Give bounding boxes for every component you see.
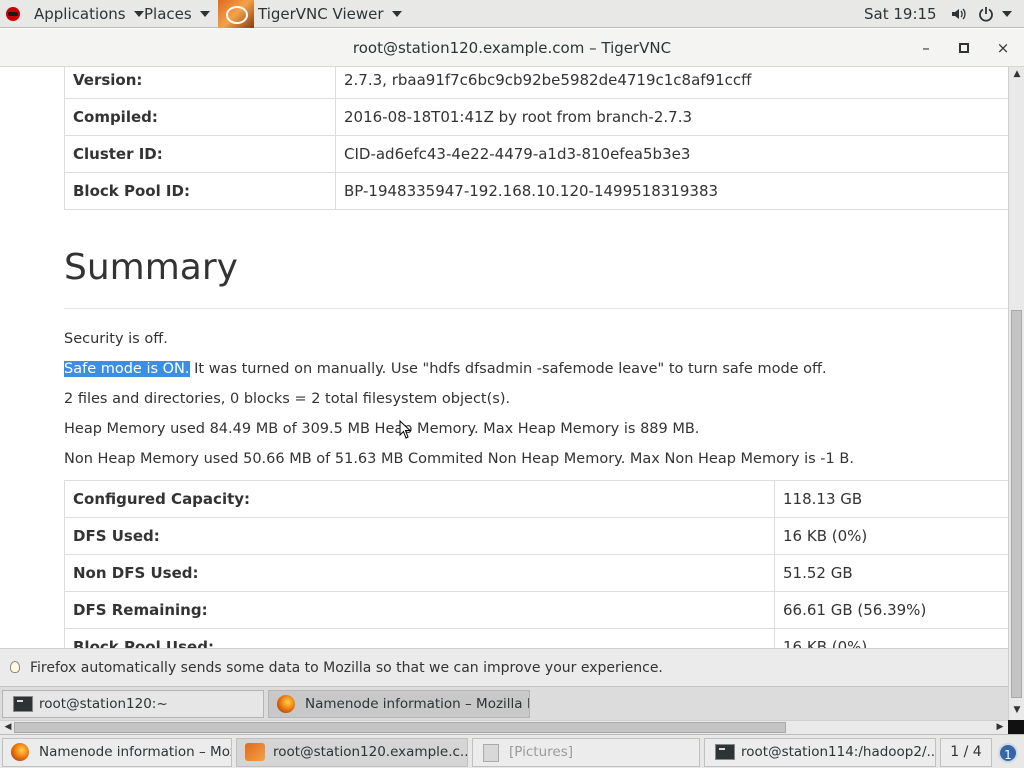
mouse-cursor-icon (399, 420, 411, 439)
chevron-down-icon (133, 11, 144, 17)
table-row: Cluster ID: CID-ad6efc43-4e22-4479-a1d3-8… (64, 135, 1008, 173)
table-row: Compiled: 2016-08-18T01:41Z by root from … (64, 98, 1008, 136)
vertical-scrollbar[interactable]: ▲ ▼ (1008, 67, 1024, 720)
heap-memory: Heap Memory used 84.49 MB of 309.5 MB He… (64, 421, 700, 437)
safemode-status: Safe mode is ON. It was turned on manual… (64, 361, 827, 377)
scroll-right-icon[interactable]: ▶ (992, 721, 1008, 734)
notification-text: Firefox automatically sends some data to… (30, 660, 663, 676)
scroll-up-icon[interactable]: ▲ (1009, 67, 1024, 81)
applications-label: Applications (34, 5, 126, 23)
chevron-down-icon (1002, 11, 1012, 17)
remote-task-terminal[interactable]: root@station120:~ (2, 690, 264, 718)
tigervnc-icon (218, 0, 254, 28)
maximize-button[interactable] (954, 38, 974, 58)
system-menu[interactable] (950, 0, 1012, 28)
workspace-pager[interactable]: 1 / 4 (940, 738, 992, 767)
bottom-panel: Namenode information – Moz... root@stati… (0, 734, 1024, 768)
table-row: DFS Used: 16 KB (0%) (64, 517, 1008, 555)
lightbulb-icon (10, 661, 20, 673)
horizontal-scrollbar[interactable]: ◀ ▶ (0, 720, 1008, 734)
selected-text[interactable]: Safe mode is ON. (64, 361, 190, 377)
places-menu[interactable]: Places (144, 0, 210, 28)
namenode-info-table: Version: 2.7.3, rbaa91f7c6bc9cb92be5982de… (64, 67, 1008, 210)
table-row: Version: 2.7.3, rbaa91f7c6bc9cb92be5982de… (64, 67, 1008, 99)
places-label: Places (144, 5, 192, 23)
tigervnc-icon (245, 743, 265, 761)
scroll-corner (1008, 720, 1024, 734)
task-terminal-114[interactable]: root@station114:/hadoop2/... (704, 738, 936, 767)
task-tigervnc[interactable]: root@station120.example.c... (236, 738, 468, 767)
scroll-down-icon[interactable]: ▼ (1009, 703, 1024, 717)
minimize-button[interactable]: – (916, 38, 936, 58)
top-panel: Applications Places TigerVNC Viewer Sat … (0, 0, 1024, 28)
table-row: DFS Remaining: 66.61 GB (56.39%) (64, 591, 1008, 629)
firefox-icon (11, 743, 29, 761)
active-app-label: TigerVNC Viewer (258, 5, 384, 23)
power-icon (979, 7, 993, 22)
nonheap-memory: Non Heap Memory used 50.66 MB of 51.63 M… (64, 451, 854, 467)
table-row: Block Pool Used: 16 KB (0%) (64, 628, 1008, 648)
speaker-icon (952, 8, 966, 20)
clock[interactable]: Sat 19:15 (864, 0, 937, 28)
remote-taskbar: root@station120:~ Namenode information –… (0, 686, 1008, 720)
redhat-icon (6, 7, 20, 21)
summary-heading: Summary (64, 247, 238, 288)
chevron-down-icon (391, 11, 402, 17)
close-button[interactable]: × (993, 38, 1013, 58)
window-titlebar[interactable]: root@station120.example.com – TigerVNC –… (0, 29, 1024, 67)
firefox-icon (277, 695, 295, 713)
remote-page-content: Version: 2.7.3, rbaa91f7c6bc9cb92be5982de… (0, 67, 1008, 648)
remote-task-firefox[interactable]: Namenode information – Mozilla F... (268, 690, 530, 718)
table-row: Configured Capacity: 118.13 GB (64, 480, 1008, 518)
scrollbar-thumb[interactable] (14, 722, 786, 733)
table-row: Block Pool ID: BP-1948335947-192.168.10.1… (64, 172, 1008, 210)
folder-icon (483, 744, 499, 762)
firefox-data-notification: Firefox automatically sends some data to… (0, 648, 1008, 686)
scrollbar-thumb[interactable] (1011, 310, 1022, 698)
terminal-icon (715, 744, 735, 760)
chevron-down-icon (199, 11, 210, 17)
window-title: root@station120.example.com – TigerVNC (352, 39, 672, 57)
task-pictures[interactable]: [Pictures] (472, 738, 700, 767)
security-status: Security is off. (64, 331, 168, 347)
filesystem-objects: 2 files and directories, 0 blocks = 2 to… (64, 391, 511, 407)
terminal-icon (13, 696, 33, 712)
task-firefox[interactable]: Namenode information – Moz... (2, 738, 232, 767)
applications-menu[interactable]: Applications (6, 0, 144, 28)
maximize-icon (959, 43, 969, 53)
capacity-table: Configured Capacity: 118.13 GB DFS Used: 1… (64, 480, 1008, 648)
divider (64, 308, 1008, 309)
table-row: Non DFS Used: 51.52 GB (64, 554, 1008, 592)
active-app-menu[interactable]: TigerVNC Viewer (218, 0, 402, 28)
notification-badge[interactable]: 1 (998, 743, 1018, 763)
